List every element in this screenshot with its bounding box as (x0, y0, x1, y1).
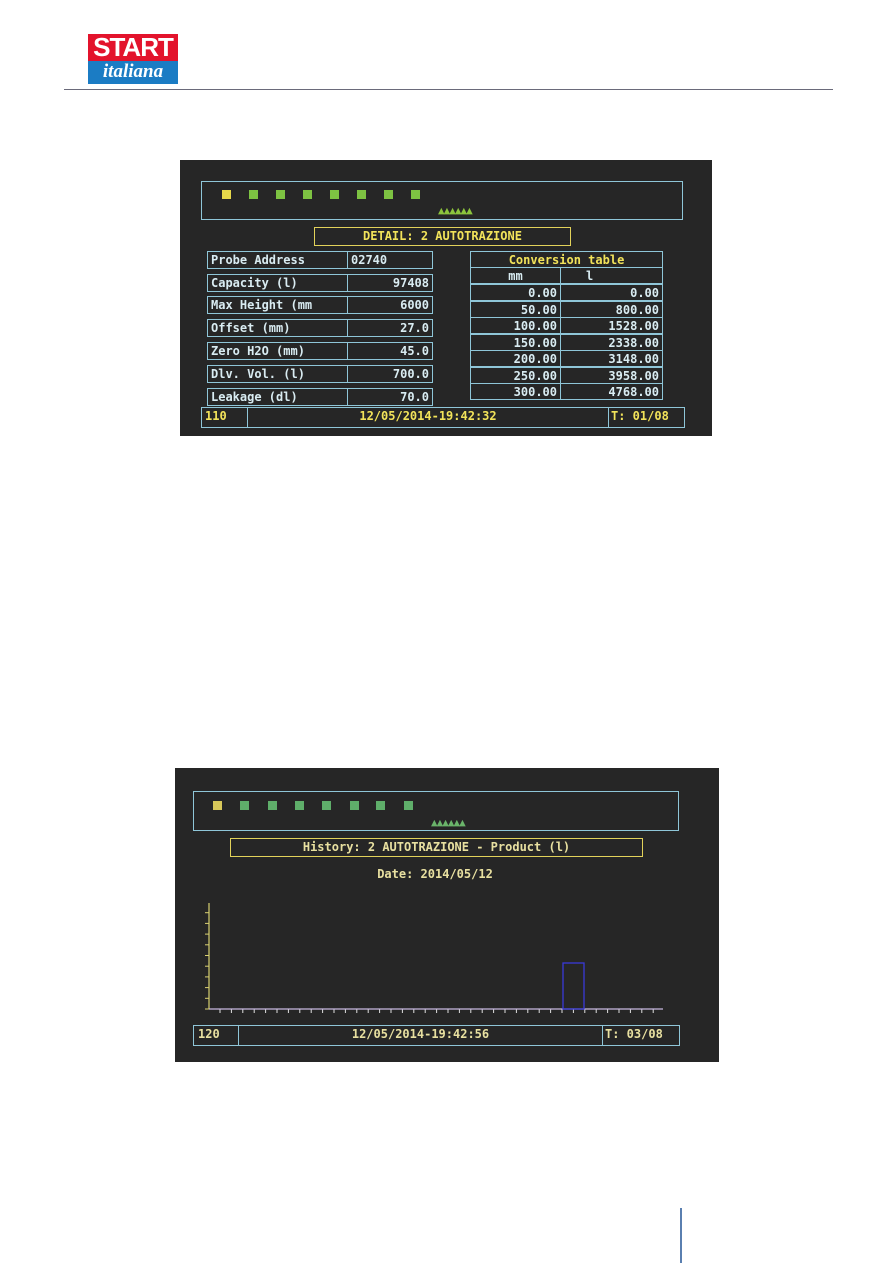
param-value: 45.0 (347, 342, 433, 360)
param-value: 700.0 (347, 365, 433, 383)
conversion-l-cell: 4768.00 (560, 383, 663, 400)
tank-indicator-icon (249, 190, 258, 199)
logo-italiana: italiana (88, 61, 178, 84)
tank-indicator-bar: ▲▲▲▲▲▲ (201, 181, 683, 220)
tank-indicator-icon (357, 190, 366, 199)
footer-divider (680, 1208, 682, 1263)
conversion-mm-cell: 300.00 (470, 383, 561, 400)
conversion-mm-cell: 100.00 (470, 317, 561, 334)
param-value: 97408 (347, 274, 433, 292)
param-label: Probe Address (207, 251, 348, 269)
status-tank: T: 03/08 (605, 1027, 663, 1041)
detail-title: DETAIL: 2 AUTOTRAZIONE (314, 227, 571, 246)
param-value: 6000 (347, 296, 433, 314)
history-chart (205, 903, 663, 1013)
status-datetime: 12/05/2014-19:42:32 (359, 409, 497, 423)
param-value: 70.0 (347, 388, 433, 406)
tank-indicator-icon (330, 190, 339, 199)
status-divider (608, 408, 609, 427)
conversion-mm-cell: 0.00 (470, 284, 561, 301)
status-datetime: 12/05/2014-19:42:56 (351, 1027, 490, 1041)
status-tank: T: 01/08 (611, 409, 669, 423)
document-page: START italiana ▲▲▲▲▲▲ DETAIL: 2 AUTOTRAZ… (0, 0, 893, 1263)
axis-ticks (205, 912, 654, 1013)
status-bar: 110 12/05/2014-19:42:32 T: 01/08 (201, 407, 685, 428)
start-italiana-logo: START italiana (88, 34, 178, 84)
status-bar: 120 12/05/2014-19:42:56 T: 03/08 (193, 1025, 680, 1046)
conversion-mm-cell: 150.00 (470, 333, 561, 351)
logo-start: START (88, 34, 178, 61)
param-value: 02740 (347, 251, 433, 269)
param-value: 27.0 (347, 319, 433, 337)
conversion-mm-cell: 250.00 (470, 366, 561, 384)
param-label: Dlv. Vol. (l) (207, 365, 348, 383)
detail-screenshot: ▲▲▲▲▲▲ DETAIL: 2 AUTOTRAZIONE Probe Addr… (180, 160, 712, 436)
conversion-l-cell: 3148.00 (560, 350, 663, 367)
column-header-mm: mm (470, 267, 561, 284)
conversion-mm-cell: 50.00 (470, 300, 561, 318)
param-label: Max Height (mm (207, 296, 348, 314)
tank-indicator-icon (411, 190, 420, 199)
status-code: 110 (205, 409, 227, 423)
conversion-mm-cell: 200.00 (470, 350, 561, 367)
tank-indicator-icon (222, 190, 231, 199)
param-label: Leakage (dl) (207, 388, 348, 406)
conversion-l-cell: 2338.00 (560, 333, 663, 351)
conversion-title: Conversion table (470, 251, 663, 268)
conversion-l-cell: 3958.00 (560, 366, 663, 384)
conversion-l-cell: 0.00 (560, 284, 663, 301)
status-divider (602, 1026, 603, 1045)
level-markers-icon: ▲▲▲▲▲▲ (438, 204, 473, 217)
tank-indicator-icon (276, 190, 285, 199)
history-bar (562, 962, 585, 1010)
param-label: Offset (mm) (207, 319, 348, 337)
param-label: Zero H2O (mm) (207, 342, 348, 360)
tank-indicator-icon (303, 190, 312, 199)
param-label: Capacity (l) (207, 274, 348, 292)
header-divider (64, 89, 833, 90)
history-screenshot: ▲▲▲▲▲▲ History: 2 AUTOTRAZIONE - Product… (175, 768, 719, 1062)
column-header-l: l (560, 267, 663, 284)
tank-indicator-icon (384, 190, 393, 199)
conversion-l-cell: 1528.00 (560, 317, 663, 334)
conversion-l-cell: 800.00 (560, 300, 663, 318)
status-code: 120 (198, 1027, 220, 1041)
